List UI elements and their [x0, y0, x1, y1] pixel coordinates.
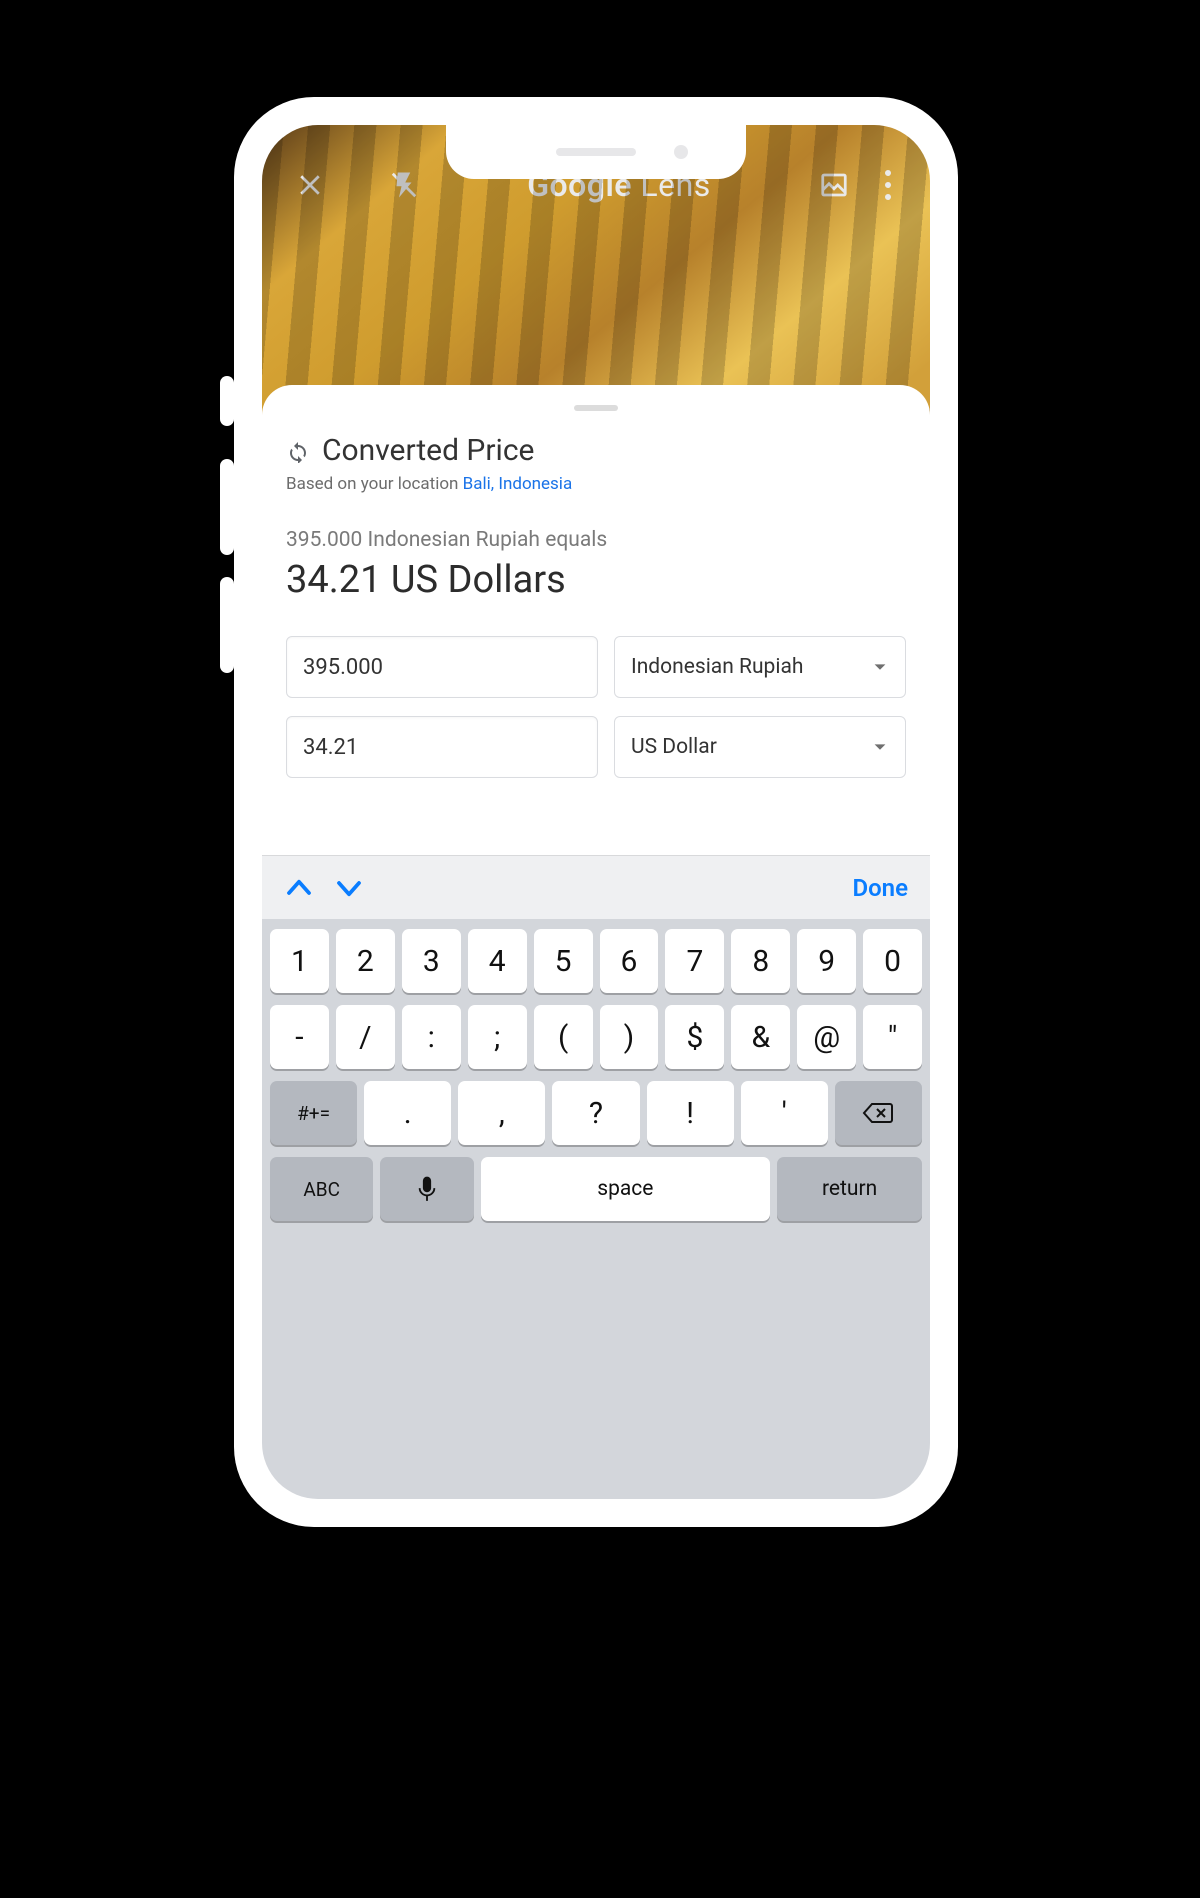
- key-1[interactable]: 1: [270, 929, 329, 993]
- key-mic[interactable]: [380, 1157, 473, 1221]
- more-icon[interactable]: [874, 170, 902, 200]
- key-sym[interactable]: ′: [741, 1081, 828, 1145]
- next-field-icon[interactable]: [334, 873, 364, 903]
- done-button[interactable]: Done: [852, 874, 908, 902]
- results-card: Converted Price Based on your location B…: [262, 385, 930, 836]
- key-sym[interactable]: ″: [863, 1005, 922, 1069]
- key-7[interactable]: 7: [665, 929, 724, 993]
- key-sym[interactable]: .: [364, 1081, 451, 1145]
- side-button-vol-down: [220, 577, 234, 673]
- key-8[interactable]: 8: [731, 929, 790, 993]
- key-3[interactable]: 3: [402, 929, 461, 993]
- key-sym[interactable]: &: [731, 1005, 790, 1069]
- drag-handle[interactable]: [574, 405, 618, 411]
- gallery-icon[interactable]: [814, 165, 854, 205]
- key-9[interactable]: 9: [797, 929, 856, 993]
- amount-from-input[interactable]: [286, 636, 598, 698]
- key-sym[interactable]: -: [270, 1005, 329, 1069]
- key-6[interactable]: 6: [600, 929, 659, 993]
- close-icon[interactable]: [290, 165, 330, 205]
- key-0[interactable]: 0: [863, 929, 922, 993]
- subtitle-prefix: Based on your location: [286, 474, 463, 494]
- chevron-down-icon: [871, 658, 889, 676]
- key-sym[interactable]: :: [402, 1005, 461, 1069]
- key-shift-symbols[interactable]: #+=: [270, 1081, 357, 1145]
- key-sym[interactable]: ;: [468, 1005, 527, 1069]
- key-abc[interactable]: ABC: [270, 1157, 373, 1221]
- currency-from-label: Indonesian Rupiah: [631, 655, 803, 679]
- flash-off-icon[interactable]: [384, 165, 424, 205]
- currency-to-label: US Dollar: [631, 735, 717, 759]
- key-sym[interactable]: ): [600, 1005, 659, 1069]
- screen: Google Lens Converted Price Based on you…: [262, 125, 930, 1499]
- side-button-vol-up: [220, 459, 234, 555]
- currency-to-select[interactable]: US Dollar: [614, 716, 906, 778]
- key-5[interactable]: 5: [534, 929, 593, 993]
- converted-amount-label: 34.21 US Dollars: [286, 558, 906, 602]
- prev-field-icon[interactable]: [284, 873, 314, 903]
- key-4[interactable]: 4: [468, 929, 527, 993]
- keyboard: 1234567890 -/:;()$&@″ #+=.,?!′ ABC spacer…: [262, 919, 930, 1499]
- key-2[interactable]: 2: [336, 929, 395, 993]
- location-link[interactable]: Bali, Indonesia: [463, 474, 573, 494]
- key-sym[interactable]: $: [665, 1005, 724, 1069]
- card-subtitle: Based on your location Bali, Indonesia: [286, 474, 906, 494]
- card-title: Converted Price: [322, 433, 534, 468]
- card-header: Converted Price: [286, 433, 906, 468]
- key-sym[interactable]: !: [647, 1081, 734, 1145]
- key-sym[interactable]: /: [336, 1005, 395, 1069]
- source-amount-label: 395.000 Indonesian Rupiah equals: [286, 528, 906, 552]
- key-sym[interactable]: @: [797, 1005, 856, 1069]
- convert-icon: [286, 439, 310, 463]
- key-backspace[interactable]: [835, 1081, 922, 1145]
- currency-from-select[interactable]: Indonesian Rupiah: [614, 636, 906, 698]
- amount-to-input[interactable]: [286, 716, 598, 778]
- side-button-mute: [220, 376, 234, 426]
- key-sym[interactable]: (: [534, 1005, 593, 1069]
- phone-notch: [446, 125, 746, 179]
- key-sym[interactable]: ?: [552, 1081, 639, 1145]
- keyboard-accessory: Done: [262, 855, 930, 919]
- phone-frame: Google Lens Converted Price Based on you…: [234, 97, 958, 1527]
- chevron-down-icon: [871, 738, 889, 756]
- key-sym[interactable]: ,: [458, 1081, 545, 1145]
- key-space[interactable]: space: [481, 1157, 771, 1221]
- key-return[interactable]: return: [777, 1157, 922, 1221]
